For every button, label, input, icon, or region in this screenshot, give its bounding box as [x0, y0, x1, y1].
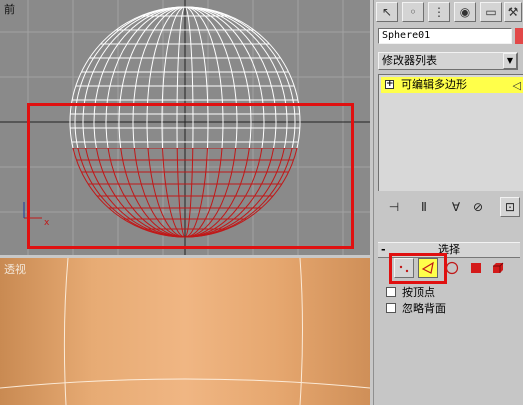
by-vertex-label: 按顶点 [402, 286, 435, 299]
stack-item-label: 可编辑多边形 [401, 78, 467, 91]
display-tab[interactable]: ▭ [480, 2, 502, 22]
perspective-viewport-label[interactable]: 透视 [4, 261, 26, 277]
modifier-list-label: 修改器列表 [382, 54, 437, 67]
by-vertex-checkbox[interactable] [386, 287, 396, 297]
motion-tab[interactable]: ◉ [454, 2, 476, 22]
viewport-highlight-frame [27, 103, 354, 249]
polygon-icon [471, 263, 481, 273]
subobject-highlight-frame [389, 253, 447, 284]
make-unique-icon: ∀ [451, 200, 461, 214]
element-level-button[interactable] [488, 258, 508, 278]
polygon-level-button[interactable] [466, 258, 486, 278]
hierarchy-icon: ⋮ [433, 5, 445, 19]
utilities-tab[interactable]: ⚒ [504, 2, 522, 22]
configure-modifier-sets-button[interactable]: ⊡ [500, 197, 520, 217]
object-color-swatch[interactable] [515, 28, 523, 44]
show-end-result-button[interactable]: Ⅱ [414, 197, 434, 217]
subobject-triangle-icon: ◁ [512, 79, 521, 92]
pointer-icon: ↖ [381, 5, 393, 19]
object-name-field[interactable]: Sphere01 [378, 28, 512, 44]
trash-icon: ⊘ [472, 200, 484, 214]
modify-tab[interactable]: ◦ [402, 2, 424, 22]
ignore-backfacing-label: 忽略背面 [402, 302, 446, 315]
remove-modifier-button[interactable]: ⊘ [468, 197, 488, 217]
pin-stack-button[interactable]: ⊣ [384, 197, 404, 217]
modify-icon: ◦ [409, 5, 417, 19]
motion-icon: ◉ [459, 5, 471, 19]
create-tab[interactable]: ↖ [376, 2, 398, 22]
perspective-viewport[interactable]: 透视 [0, 258, 370, 405]
display-icon: ▭ [485, 5, 497, 19]
stack-item-editable-poly[interactable]: + 可编辑多边形 ◁ [381, 77, 523, 93]
element-icon [493, 262, 504, 273]
chevron-down-icon[interactable]: ▼ [503, 53, 517, 69]
modifier-stack: + 可编辑多边形 ◁ [378, 74, 523, 191]
perspective-wireframe [0, 258, 370, 405]
end-result-icon: Ⅱ [421, 200, 427, 214]
modifier-list-dropdown[interactable]: 修改器列表 ▼ [378, 52, 518, 70]
front-viewport-label[interactable]: 前 [4, 1, 15, 17]
utilities-icon: ⚒ [507, 5, 519, 19]
ignore-backfacing-checkbox[interactable] [386, 303, 396, 313]
pin-icon: ⊣ [388, 200, 400, 214]
expand-icon[interactable]: + [385, 80, 394, 89]
collapse-icon: - [381, 243, 386, 256]
make-unique-button[interactable]: ∀ [446, 197, 466, 217]
command-panel: ↖ ◦ ⋮ ◉ ▭ ⚒ Sphere01 修改器列表 ▼ + 可编辑多边形 ◁ … [373, 0, 523, 405]
configure-icon: ⊡ [504, 200, 516, 214]
hierarchy-tab[interactable]: ⋮ [428, 2, 450, 22]
